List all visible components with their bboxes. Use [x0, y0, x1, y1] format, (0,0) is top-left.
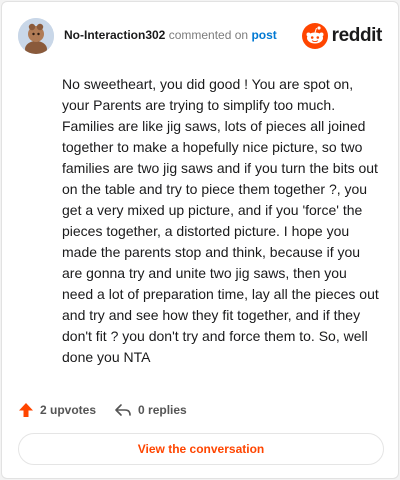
reddit-logo[interactable]: reddit — [301, 19, 383, 53]
view-conversation-button[interactable]: View the conversation — [18, 433, 384, 465]
username-link[interactable]: No-Interaction302 — [64, 28, 165, 42]
snoo-avatar-icon[interactable] — [18, 18, 54, 54]
comment-header: No-Interaction302 commented on post redd… — [18, 16, 382, 56]
upvote-action[interactable]: 2 upvotes — [18, 402, 96, 418]
upvote-count: 2 upvotes — [40, 403, 97, 417]
comment-body: No sweetheart, you did good ! You are sp… — [62, 76, 379, 365]
action-text: commented on — [168, 28, 249, 42]
comment-meta: No-Interaction302 commented on post — [64, 28, 277, 42]
post-link[interactable]: post — [251, 28, 276, 42]
reddit-wordmark: reddit — [331, 25, 383, 46]
upvote-arrow-icon — [19, 403, 33, 417]
reply-action[interactable]: 0 replies — [114, 402, 187, 418]
reddit-snoo-icon — [301, 23, 328, 49]
comment-actions: 2 upvotes 0 replies — [18, 398, 205, 422]
comment-card: No-Interaction302 commented on post redd… — [1, 1, 399, 479]
reply-count: 0 replies — [138, 403, 187, 417]
reply-arrow-icon — [115, 404, 131, 416]
